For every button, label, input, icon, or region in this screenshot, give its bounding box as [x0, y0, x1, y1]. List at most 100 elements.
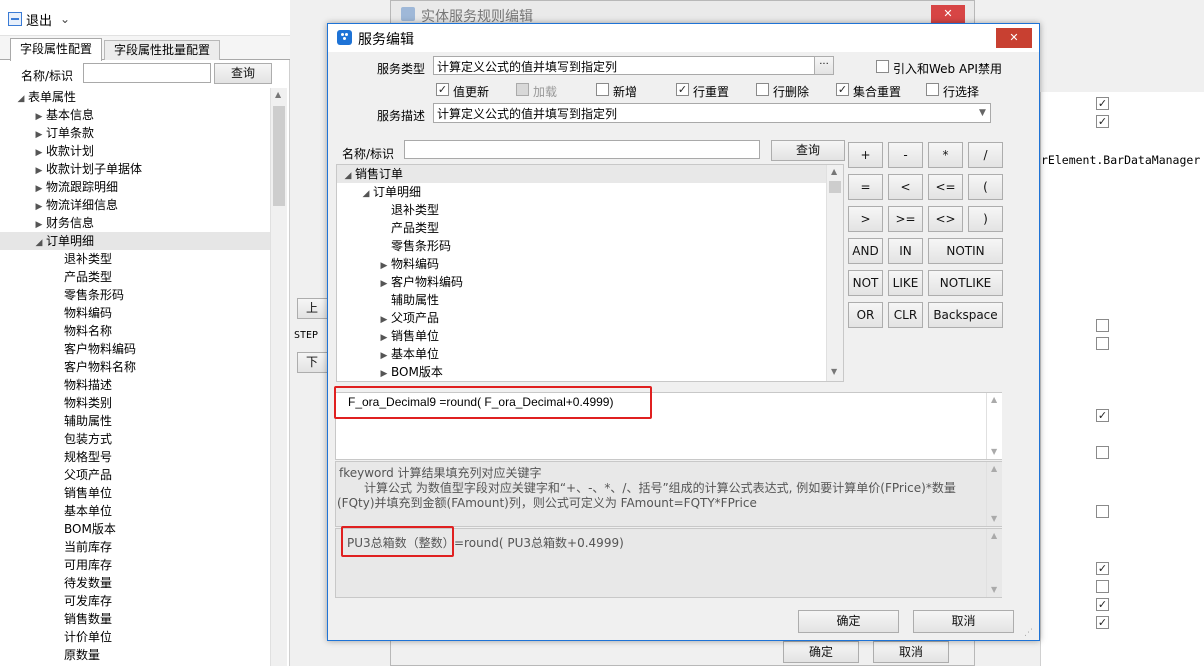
- operator-button[interactable]: NOTIN: [928, 238, 1003, 264]
- service-type-field[interactable]: 计算定义公式的值并填写到指定列: [433, 56, 815, 75]
- option-checkbox[interactable]: ✓: [676, 83, 689, 96]
- operator-button[interactable]: IN: [888, 238, 923, 264]
- operator-button[interactable]: LIKE: [888, 270, 923, 296]
- tree-node[interactable]: ▶ 销售单位: [377, 327, 439, 345]
- grid-checkbox[interactable]: [1096, 446, 1109, 459]
- tree-node[interactable]: 待发数量: [50, 574, 112, 592]
- back-cancel-button[interactable]: 取消: [873, 641, 949, 663]
- grid-checkbox[interactable]: ✓: [1096, 616, 1109, 629]
- tree-node[interactable]: 规格型号: [50, 448, 112, 466]
- scroll-down-arrow[interactable]: ▼: [831, 367, 837, 376]
- dialog-tree-scrollbar[interactable]: ▲ ▼: [826, 165, 843, 381]
- scroll-up-arrow[interactable]: ▲: [991, 464, 997, 473]
- tree-node[interactable]: 父项产品: [50, 466, 112, 484]
- operator-button[interactable]: *: [928, 142, 963, 168]
- search-input[interactable]: [83, 63, 211, 83]
- help-scrollbar[interactable]: ▲ ▼: [986, 462, 1002, 526]
- grid-checkbox[interactable]: [1096, 580, 1109, 593]
- scroll-down-arrow[interactable]: ▼: [991, 447, 997, 456]
- tree-node[interactable]: ▶ 订单条款: [32, 124, 94, 142]
- collapse-arrow-icon[interactable]: ◢: [14, 90, 28, 108]
- tree-node[interactable]: 包装方式: [50, 430, 112, 448]
- operator-button[interactable]: (: [968, 174, 1003, 200]
- scroll-up-arrow[interactable]: ▲: [831, 167, 837, 176]
- tab-field-properties[interactable]: 字段属性配置: [10, 38, 102, 61]
- tree-node[interactable]: ▶ 收款计划子单据体: [32, 160, 142, 178]
- operator-button[interactable]: -: [888, 142, 923, 168]
- operator-button[interactable]: ): [968, 206, 1003, 232]
- move-up-button[interactable]: 上移: [297, 298, 329, 319]
- option-checkbox[interactable]: [926, 83, 939, 96]
- operator-button[interactable]: <: [888, 174, 923, 200]
- option-checkbox[interactable]: [756, 83, 769, 96]
- option-checkbox[interactable]: [516, 83, 529, 96]
- scroll-up-arrow[interactable]: ▲: [991, 531, 997, 540]
- tree-node[interactable]: 物料描述: [50, 376, 112, 394]
- tree-node[interactable]: ▶ 物料编码: [377, 255, 439, 273]
- tree-node[interactable]: 客户物料编码: [50, 340, 136, 358]
- tree-node[interactable]: 销售单位: [50, 484, 112, 502]
- scroll-down-arrow[interactable]: ▼: [991, 585, 997, 594]
- operator-button[interactable]: AND: [848, 238, 883, 264]
- collapse-arrow-icon[interactable]: ◢: [341, 167, 355, 185]
- operator-button[interactable]: NOTLIKE: [928, 270, 1003, 296]
- collapse-arrow-icon[interactable]: ◢: [359, 185, 373, 203]
- operator-button[interactable]: =: [848, 174, 883, 200]
- description-field[interactable]: 计算定义公式的值并填写到指定列: [433, 103, 991, 123]
- grid-checkbox[interactable]: ✓: [1096, 97, 1109, 110]
- webapi-checkbox[interactable]: [876, 60, 889, 73]
- tree-node[interactable]: 产品类型: [377, 219, 439, 237]
- tree-node[interactable]: 辅助属性: [377, 291, 439, 309]
- tree-node[interactable]: ▶ 收款计划: [32, 142, 94, 160]
- exit-button[interactable]: 退出 ⌄: [8, 10, 70, 29]
- scroll-down-arrow[interactable]: ▼: [991, 514, 997, 523]
- tree-node[interactable]: ◢ 订单明细: [0, 232, 270, 250]
- tree-node[interactable]: 可用库存: [50, 556, 112, 574]
- scroll-thumb[interactable]: [273, 106, 285, 206]
- tree-node[interactable]: ▶ 物流详细信息: [32, 196, 118, 214]
- operator-button[interactable]: <>: [928, 206, 963, 232]
- tree-node[interactable]: 当前库存: [50, 538, 112, 556]
- grid-checkbox[interactable]: ✓: [1096, 598, 1109, 611]
- scroll-up-arrow[interactable]: ▲: [275, 90, 281, 99]
- back-ok-button[interactable]: 确定: [783, 641, 859, 663]
- tab-batch-properties[interactable]: 字段属性批量配置: [104, 40, 220, 60]
- tree-node[interactable]: ▶ BOM版本: [377, 363, 443, 381]
- tree-node[interactable]: ▶ 基本单位: [377, 345, 439, 363]
- expand-arrow-icon[interactable]: ▶: [377, 365, 391, 383]
- tree-node[interactable]: 退补类型: [50, 250, 112, 268]
- preview-scrollbar[interactable]: ▲ ▼: [986, 529, 1002, 597]
- tree-node[interactable]: ▶ 父项产品: [377, 309, 439, 327]
- description-dropdown-arrow[interactable]: ▼: [975, 104, 990, 122]
- tree-node[interactable]: 基本单位: [50, 502, 112, 520]
- operator-button[interactable]: >=: [888, 206, 923, 232]
- cancel-button[interactable]: 取消: [913, 610, 1014, 633]
- resize-grip-icon[interactable]: ⋰: [1024, 628, 1033, 638]
- tree-node[interactable]: 辅助属性: [50, 412, 112, 430]
- grid-checkbox[interactable]: [1096, 319, 1109, 332]
- search-button[interactable]: 查询: [771, 140, 845, 161]
- tree-node[interactable]: 零售条形码: [377, 237, 451, 255]
- ok-button[interactable]: 确定: [798, 610, 899, 633]
- tree-node[interactable]: ▶ 财务信息: [32, 214, 94, 232]
- scroll-up-arrow[interactable]: ▲: [991, 395, 997, 404]
- tree-node[interactable]: ▶ 物流跟踪明细: [32, 178, 118, 196]
- tree-node[interactable]: 客户物料名称: [50, 358, 136, 376]
- chevron-down-icon[interactable]: ⌄: [60, 12, 70, 26]
- scroll-thumb[interactable]: [829, 181, 841, 193]
- tree-node[interactable]: 计价单位: [50, 628, 112, 646]
- operator-button[interactable]: CLR: [888, 302, 923, 328]
- move-down-button[interactable]: 下移: [297, 352, 329, 373]
- tree-node[interactable]: ◢ 销售订单: [337, 165, 826, 183]
- search-button[interactable]: 查询: [214, 63, 272, 84]
- tree-scrollbar[interactable]: ▲: [270, 88, 287, 666]
- grid-checkbox[interactable]: ✓: [1096, 562, 1109, 575]
- grid-checkbox[interactable]: ✓: [1096, 115, 1109, 128]
- tree-node[interactable]: 可发库存: [50, 592, 112, 610]
- tree-node[interactable]: ◢ 订单明细: [359, 183, 421, 201]
- tree-node[interactable]: ▶ 客户物料编码: [377, 273, 463, 291]
- option-checkbox[interactable]: [596, 83, 609, 96]
- operator-button[interactable]: >: [848, 206, 883, 232]
- operator-button[interactable]: NOT: [848, 270, 883, 296]
- operator-button[interactable]: OR: [848, 302, 883, 328]
